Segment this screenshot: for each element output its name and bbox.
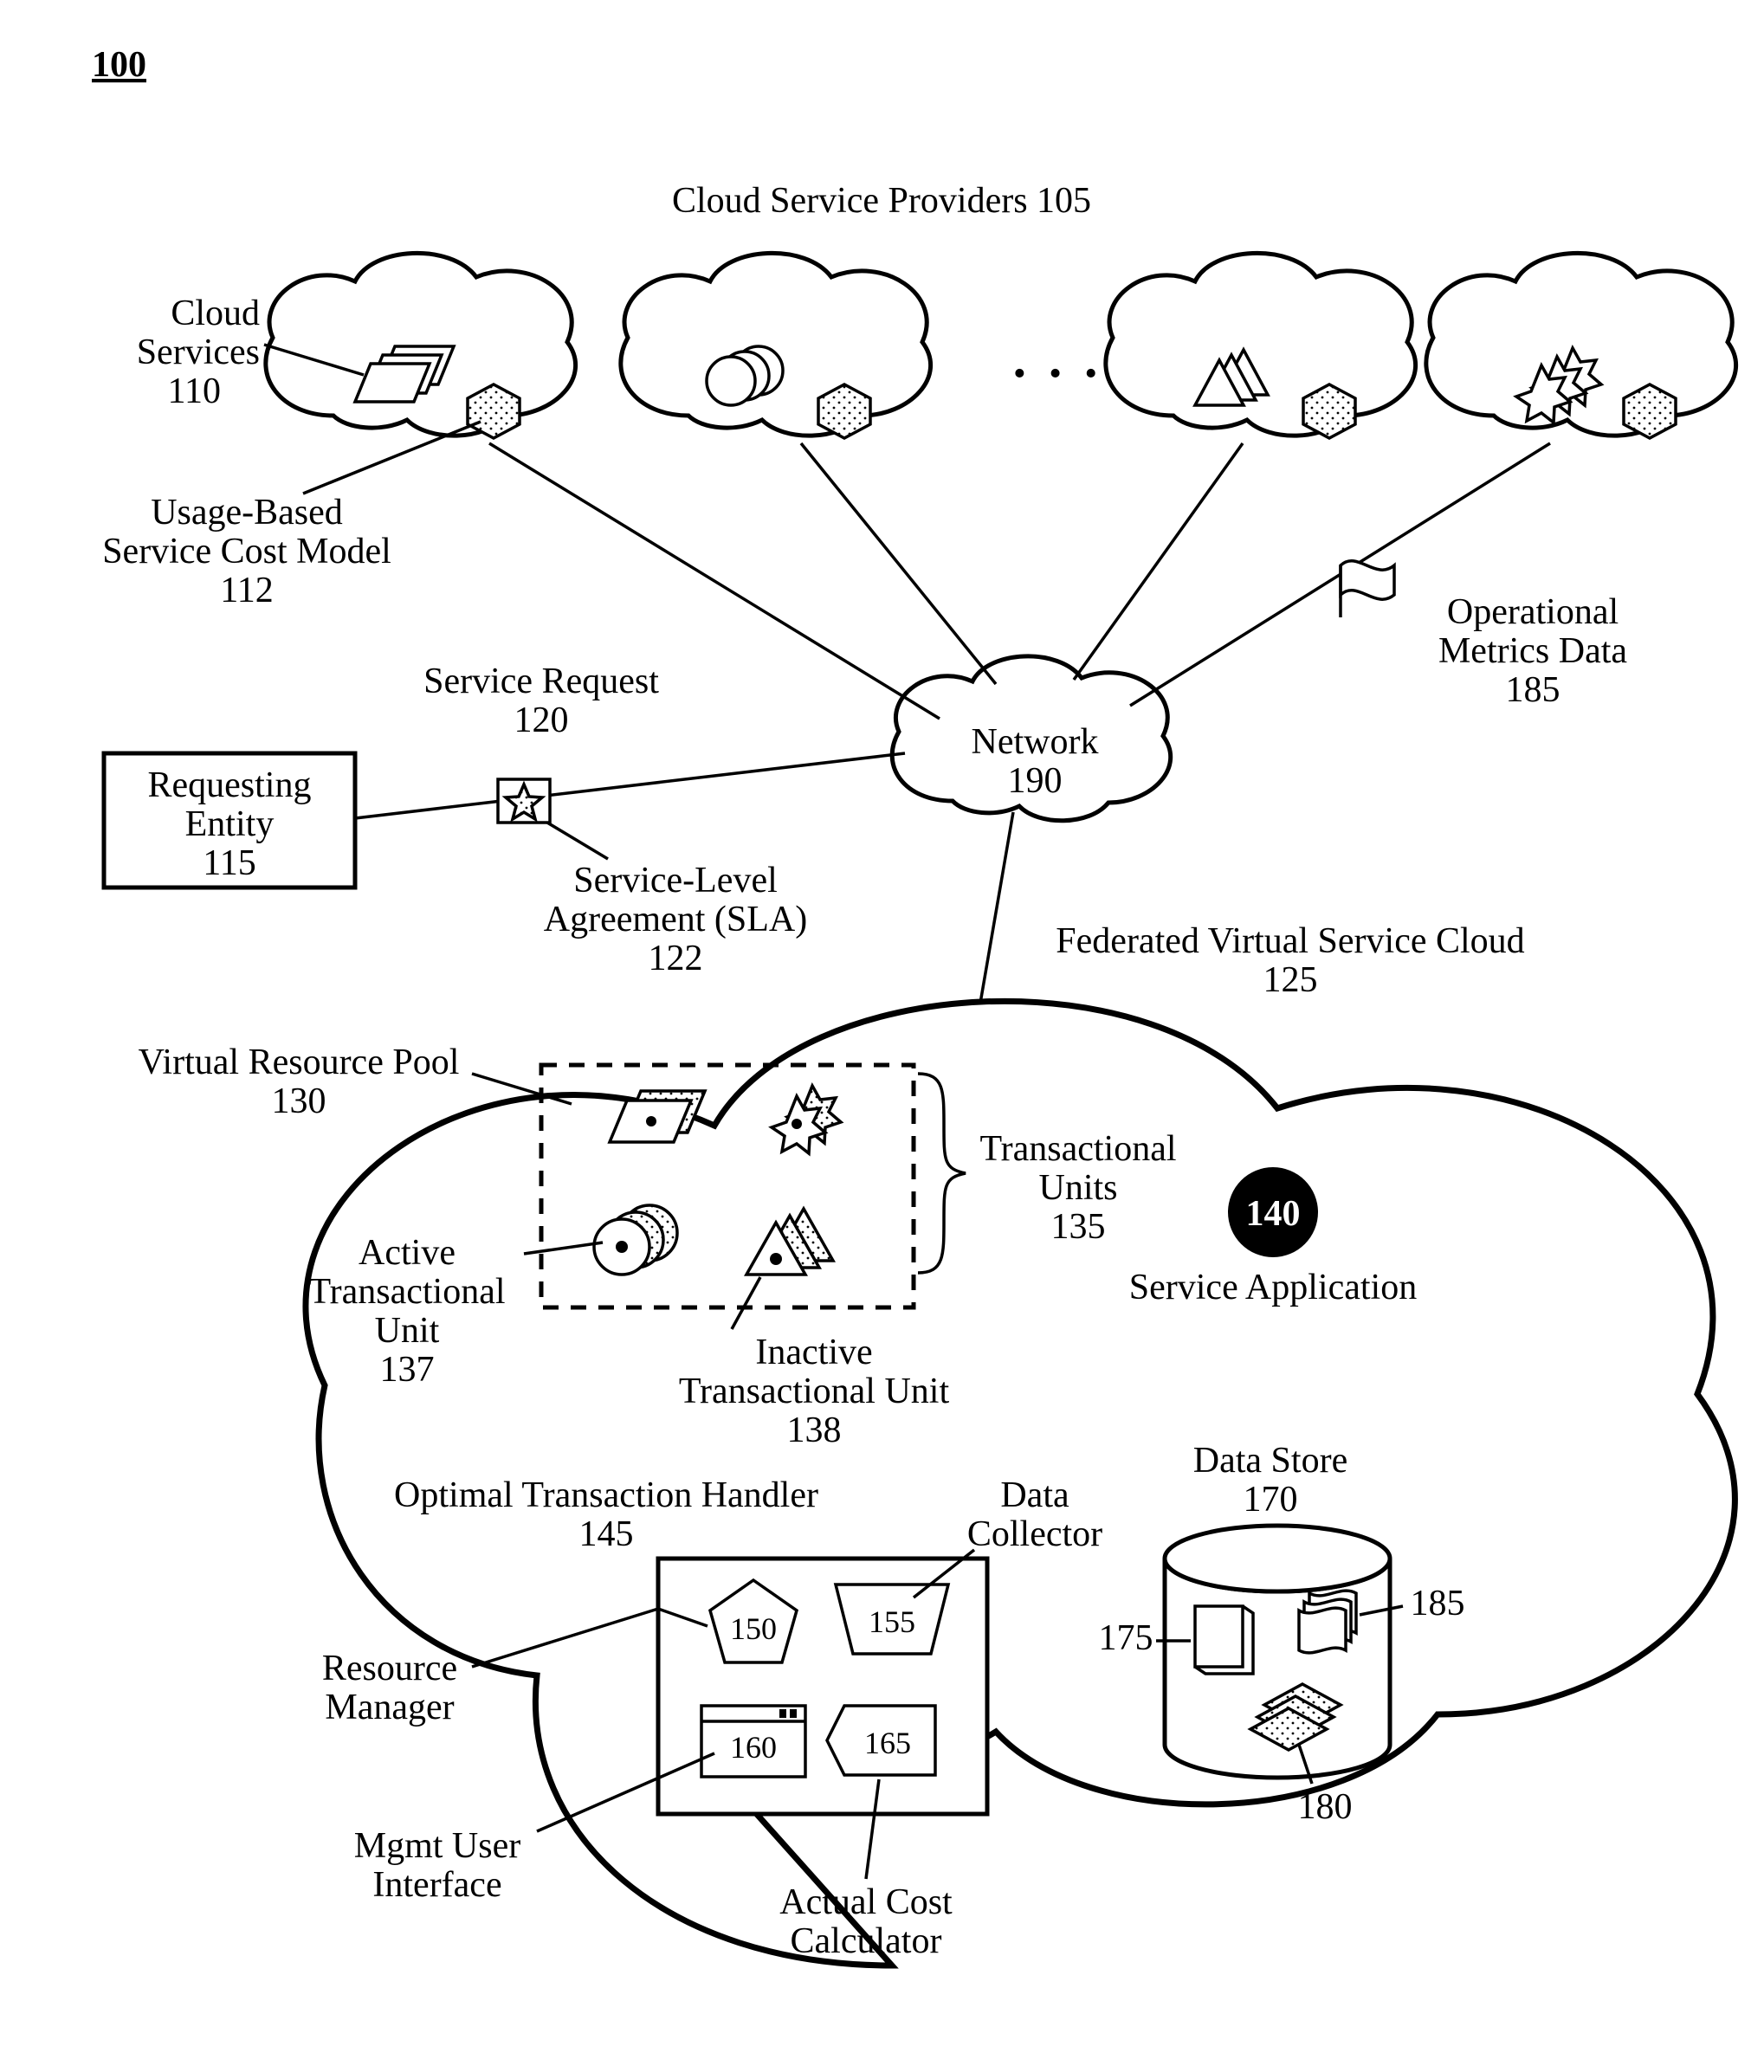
oth-l1: Optimal Transaction Handler [394, 1475, 818, 1515]
sla-l1: Service-Level [573, 861, 778, 900]
opmetrics-l2: Metrics Data [1438, 631, 1627, 671]
title: Cloud Service Providers 105 [672, 181, 1091, 221]
atu-l2: Transactional [308, 1272, 505, 1312]
cloud-services-ref: 110 [168, 371, 221, 411]
cloud-y: Cloud Y 108 [1106, 253, 1416, 438]
svcapp-l1: Service Application [1129, 1268, 1417, 1307]
opmetrics-ref: 185 [1506, 670, 1560, 710]
cloud-a: Cloud A 106 [266, 253, 576, 438]
tu-l1: Transactional [979, 1129, 1176, 1169]
network-cloud: Network 190 [892, 656, 1170, 821]
ds-l1: Data Store [1193, 1441, 1347, 1481]
tag-165: 165 [827, 1706, 935, 1775]
atu-l1: Active [359, 1233, 456, 1273]
itu-l2: Transactional Unit [679, 1372, 950, 1411]
vrp-ref: 130 [272, 1081, 326, 1121]
rm-l2: Manager [325, 1688, 454, 1727]
svcreq-l1: Service Request [423, 662, 659, 701]
usage-ref: 112 [220, 571, 273, 610]
ellipsis: • • • [1013, 354, 1104, 394]
mui-l2: Interface [372, 1865, 501, 1905]
opmetrics-l1: Operational [1447, 592, 1619, 632]
usage-l1: Usage-Based [151, 493, 343, 533]
ref155: 155 [869, 1604, 915, 1639]
oth-ref: 145 [579, 1514, 634, 1554]
sla-l2: Agreement (SLA) [544, 900, 807, 939]
itu-l1: Inactive [755, 1333, 872, 1372]
requesting-entity: Requesting Entity 115 [104, 753, 355, 888]
ds175: 175 [1099, 1618, 1153, 1658]
rm-l1: Resource [322, 1649, 457, 1688]
svcapp-ref: 140 [1246, 1194, 1301, 1234]
mui-l1: Mgmt User [354, 1826, 521, 1866]
acc-l2: Calculator [791, 1921, 942, 1961]
figure-number: 100 [92, 45, 146, 85]
cloud-z: Cloud Z 109 [1426, 253, 1736, 438]
fed-l1: Federated Virtual Service Cloud [1056, 921, 1524, 961]
vrp-l1: Virtual Resource Pool [139, 1042, 460, 1082]
atu-l3: Unit [375, 1311, 440, 1351]
flag-icon [1341, 561, 1394, 617]
ds-ref: 170 [1244, 1480, 1298, 1520]
itu-ref: 138 [787, 1410, 842, 1450]
tu-ref: 135 [1051, 1207, 1106, 1247]
network-l1: Network [972, 722, 1099, 762]
sla-ref: 122 [649, 939, 703, 978]
window-160: 160 [701, 1706, 805, 1777]
ds180: 180 [1298, 1787, 1353, 1827]
ref165: 165 [864, 1726, 911, 1760]
ref160: 160 [730, 1730, 777, 1765]
data-store-cylinder [1165, 1526, 1390, 1778]
dc-l2: Collector [967, 1514, 1102, 1554]
cloud-services-l2: Services [137, 332, 260, 372]
req-l1: Requesting [148, 765, 312, 805]
tu-l2: Units [1038, 1168, 1117, 1208]
atu-ref: 137 [380, 1350, 435, 1390]
network-ref: 190 [1008, 761, 1063, 801]
req-ref: 115 [203, 843, 255, 883]
ds185: 185 [1411, 1584, 1465, 1623]
trapezoid-155: 155 [836, 1585, 948, 1654]
req-l2: Entity [185, 804, 275, 844]
fed-ref: 125 [1263, 960, 1318, 1000]
dc-l1: Data [1000, 1475, 1069, 1515]
svcreq-ref: 120 [514, 700, 569, 740]
usage-l2: Service Cost Model [102, 532, 391, 571]
cloud-b: Cloud B 107 [621, 253, 931, 438]
ref150: 150 [730, 1611, 777, 1646]
cloud-services-l1: Cloud [171, 294, 260, 333]
acc-l1: Actual Cost [779, 1882, 953, 1922]
sla-icon [498, 779, 550, 823]
